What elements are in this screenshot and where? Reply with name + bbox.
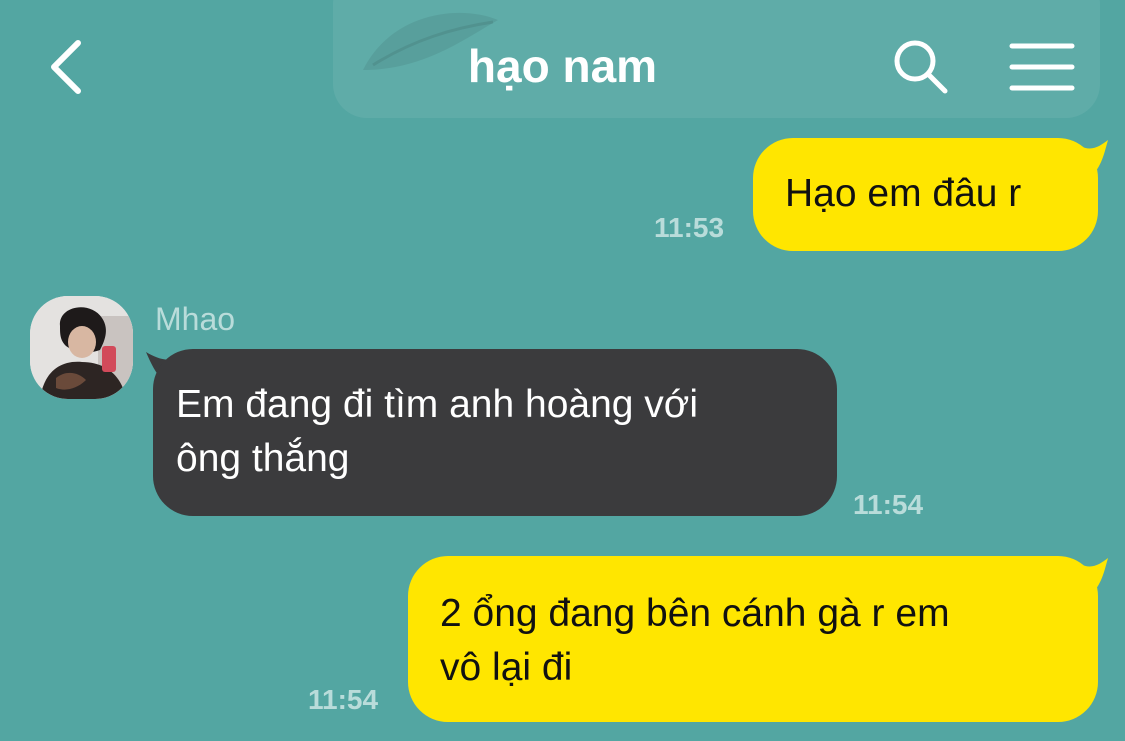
message-text-line: vô lại đi — [440, 646, 573, 689]
message-text-line: ông thắng — [176, 437, 350, 480]
message-text-line: Em đang đi tìm anh hoàng với — [176, 383, 699, 426]
chat-title: hạo nam — [467, 40, 658, 92]
message-bubble-sent[interactable]: Hạo em đâu r — [753, 138, 1098, 251]
message-text: Hạo em đâu r — [785, 172, 1022, 215]
message-bubble-sent[interactable]: 2 ổng đang bên cánh gà r em vô lại đi — [408, 556, 1098, 722]
message-bubble-received[interactable]: Em đang đi tìm anh hoàng với ông thắng — [153, 349, 837, 516]
message-text-line: 2 ổng đang bên cánh gà r em — [440, 592, 950, 635]
avatar[interactable] — [30, 296, 133, 399]
menu-button[interactable] — [1008, 38, 1076, 96]
avatar-photo — [30, 296, 133, 399]
chat-header: hạo nam — [0, 0, 1125, 130]
message-timestamp: 11:54 — [308, 684, 379, 715]
search-button[interactable] — [890, 36, 952, 98]
message-timestamp: 11:53 — [654, 212, 725, 243]
message-timestamp: 11:54 — [853, 489, 924, 520]
hamburger-menu-icon — [1009, 43, 1075, 91]
search-icon — [894, 40, 948, 94]
sender-name: Mhao — [155, 301, 236, 337]
